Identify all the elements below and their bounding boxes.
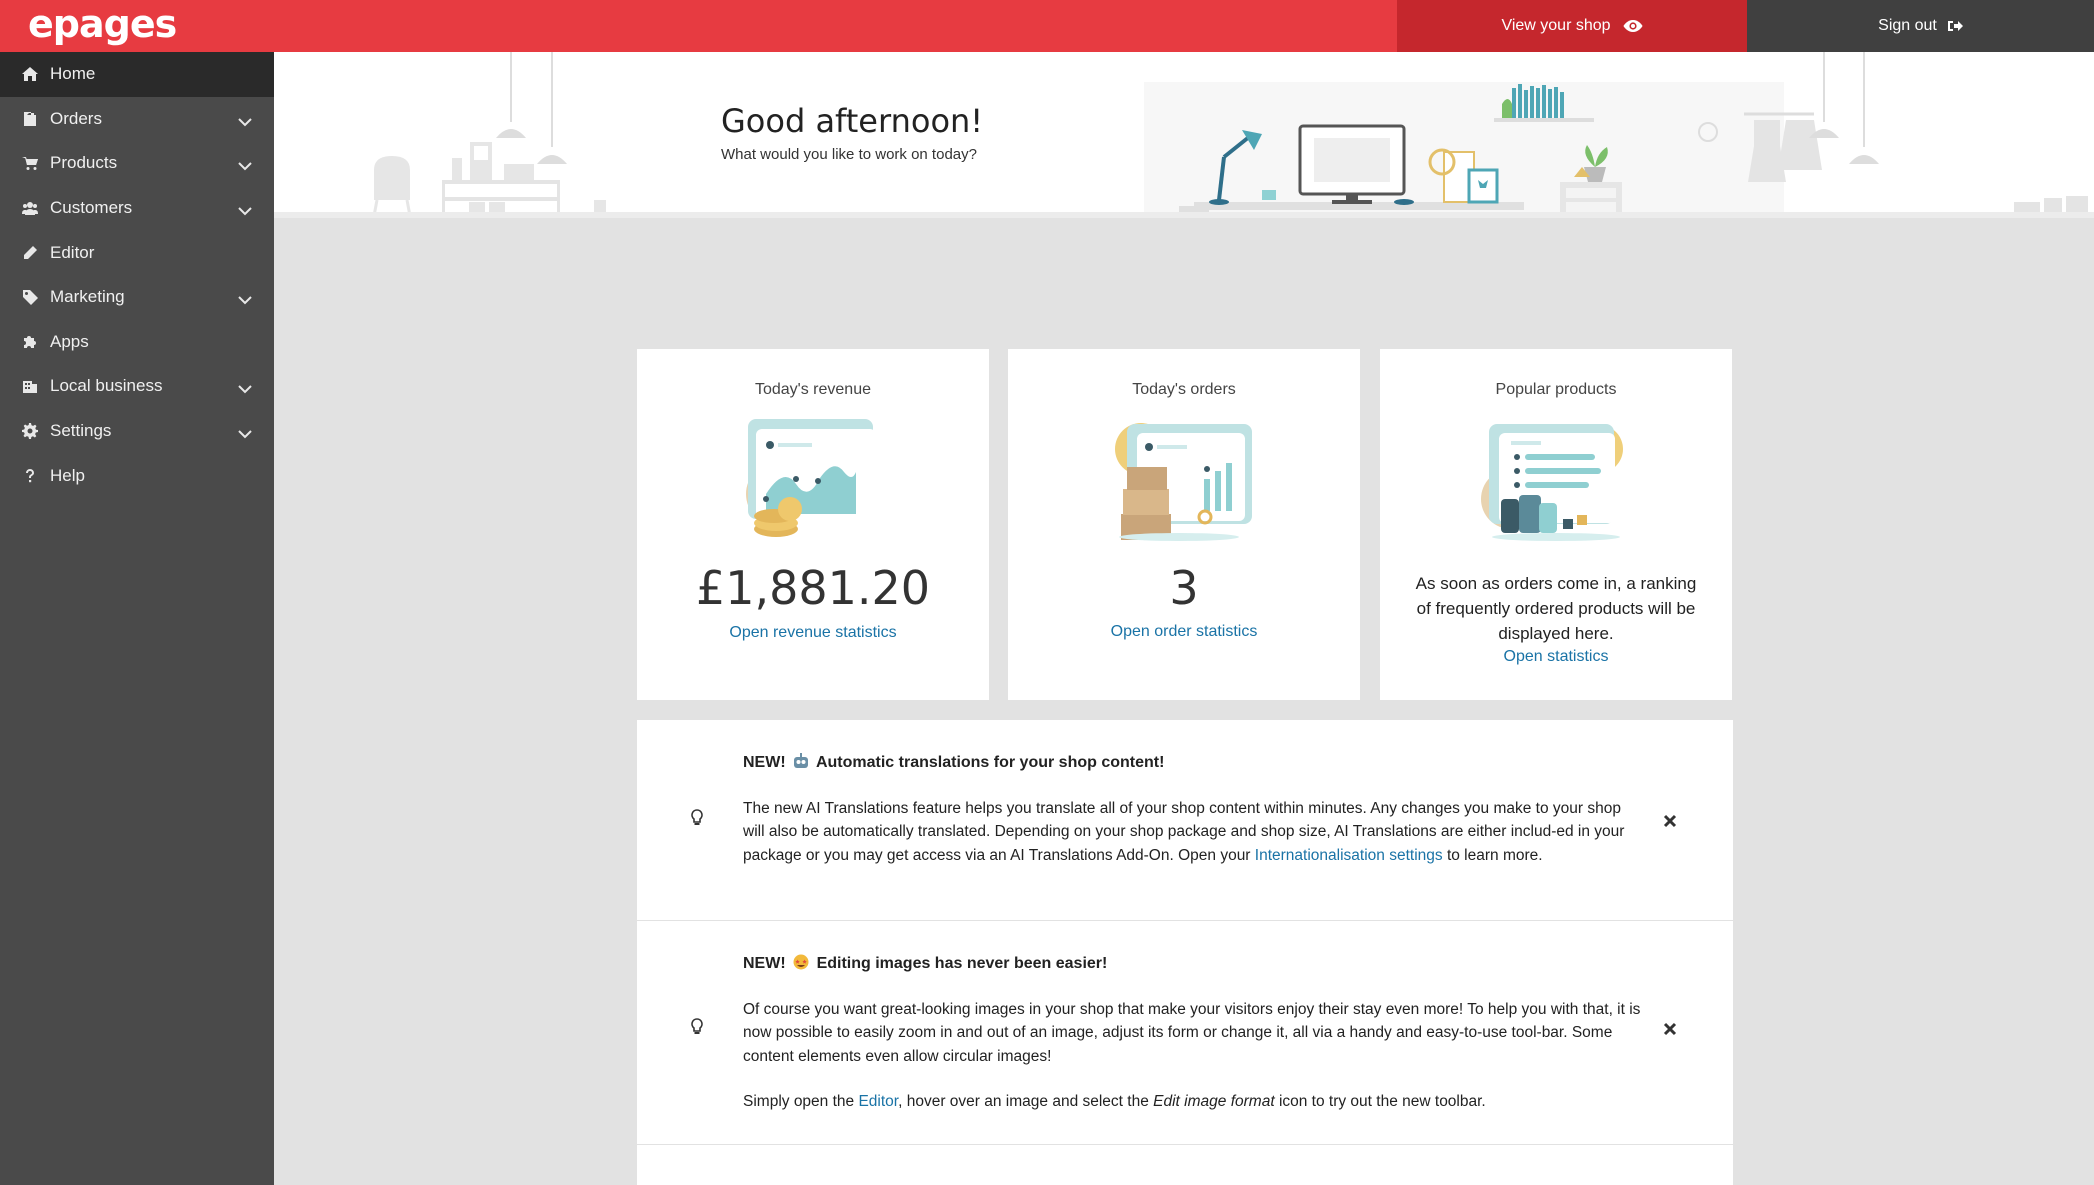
sidebar-item-label: Products (50, 153, 118, 173)
popular-products-empty-text: As soon as orders come in, a ranking of … (1415, 574, 1697, 643)
sign-out-icon (1947, 21, 1963, 31)
notice-image-editing: NEW! Editing images has never been easie… (637, 921, 1733, 1145)
notice-body-text: , hover over an image and select the (898, 1093, 1149, 1110)
view-shop-label: View your shop (1501, 17, 1611, 34)
chevron-down-icon[interactable] (238, 202, 252, 216)
view-shop-button[interactable]: View your shop (1397, 0, 1747, 52)
sidebar-item-label: Apps (50, 331, 89, 351)
sidebar-item-label: Orders (50, 108, 102, 128)
sidebar-item-customers[interactable]: Customers (0, 186, 274, 231)
revenue-card: Today's revenue £1,881.20 Open revenue s… (637, 349, 989, 700)
chevron-down-icon[interactable] (238, 113, 252, 127)
robot-icon (794, 753, 809, 768)
open-statistics-link[interactable]: Open statistics (1380, 648, 1732, 666)
orders-card: Today's orders 3 Open order statistics (1008, 349, 1360, 700)
notice-body-text: icon to try out the new toolbar. (1278, 1093, 1486, 1110)
close-icon[interactable] (1663, 1022, 1677, 1036)
lightbulb-icon (691, 809, 703, 825)
star-struck-face-icon (793, 954, 809, 970)
notice-body: Of course you want great-looking images … (743, 998, 1643, 1068)
notice-body-text: Simply open the (743, 1093, 855, 1110)
revenue-chart-illustration (746, 419, 876, 537)
editor-link[interactable]: Editor (858, 1093, 898, 1110)
chevron-down-icon[interactable] (238, 291, 252, 305)
sidebar-item-marketing[interactable]: Marketing (0, 275, 274, 320)
orders-boxes-illustration (1115, 423, 1252, 541)
page-subtitle: What would you like to work on today? (721, 146, 977, 163)
epages-logo[interactable]: epages (28, 2, 177, 46)
sidebar-item-label: Help (50, 465, 85, 485)
notice-body-text: to learn more. (1446, 846, 1543, 864)
lightbulb-icon (691, 1018, 703, 1034)
notice-ai-translations: NEW! Automatic translations for your sho… (637, 720, 1733, 921)
notice-body-text: Of course you want great-looking images … (743, 1001, 1641, 1065)
orders-value: 3 (1169, 561, 1199, 615)
notice-body: The new AI Translations feature helps yo… (743, 797, 1643, 867)
home-icon (22, 66, 38, 82)
office-illustration (372, 52, 2088, 218)
open-revenue-statistics-link[interactable]: Open revenue statistics (637, 624, 989, 642)
sidebar-item-label: Marketing (50, 287, 125, 307)
card-title: Popular products (1495, 381, 1617, 398)
sidebar-item-label: Editor (50, 242, 95, 262)
building-icon (22, 378, 38, 394)
open-order-statistics-link[interactable]: Open order statistics (1008, 623, 1360, 641)
sidebar-item-label: Customers (50, 198, 133, 218)
sidebar-item-help[interactable]: Help (0, 453, 274, 498)
edit-image-format-label: Edit image format (1153, 1093, 1275, 1110)
notice-title-text: Automatic translations for your shop con… (815, 754, 1165, 771)
welcome-banner: Good afternoon! What would you like to w… (274, 52, 2094, 218)
notice-new-label: NEW! (743, 955, 786, 972)
popular-products-illustration (1481, 424, 1623, 541)
floor-line (274, 212, 2094, 218)
notice-title-text: Editing images has never been easier! (816, 955, 1108, 972)
notice-body-second: Simply open the Editor, hover over an im… (743, 1090, 1643, 1113)
notice-title: NEW! Editing images has never been easie… (743, 954, 1107, 973)
close-icon[interactable] (1663, 814, 1677, 828)
users-icon (22, 200, 38, 216)
cart-icon (22, 155, 38, 171)
card-title: Today's orders (1132, 381, 1236, 398)
orders-icon (22, 111, 38, 127)
top-bar: epages View your shop Sign out (0, 0, 2094, 52)
popular-products-card: Popular products As soon as orders come … (1380, 349, 1732, 700)
sidebar-item-label: Settings (50, 421, 112, 441)
revenue-value: £1,881.20 (695, 561, 931, 615)
sidebar-item-home[interactable]: Home (0, 52, 274, 97)
sidebar-item-label: Home (50, 64, 96, 84)
sign-out-label: Sign out (1878, 17, 1937, 34)
puzzle-icon (22, 334, 38, 350)
tag-icon (22, 289, 38, 306)
sidebar-item-label: Local business (50, 376, 163, 396)
sidebar-item-editor[interactable]: Editor (0, 230, 274, 275)
pencil-icon (22, 245, 38, 261)
sidebar-item-apps[interactable]: Apps (0, 320, 274, 365)
news-panel: NEW! Automatic translations for your sho… (637, 720, 1733, 1185)
sidebar-item-products[interactable]: Products (0, 141, 274, 186)
sign-out-button[interactable]: Sign out (1747, 0, 2094, 52)
gear-icon (22, 423, 38, 440)
eye-icon (1623, 20, 1643, 32)
question-icon (22, 468, 38, 484)
sidebar-item-local-business[interactable]: Local business (0, 364, 274, 409)
internationalisation-settings-link[interactable]: Internationalisation settings (1255, 847, 1443, 864)
chevron-down-icon[interactable] (238, 380, 252, 394)
card-title: Today's revenue (754, 381, 871, 398)
page-title: Good afternoon! (721, 102, 984, 140)
notice-title: NEW! Automatic translations for your sho… (743, 753, 1164, 772)
chevron-down-icon[interactable] (238, 157, 252, 171)
chevron-down-icon[interactable] (238, 425, 252, 439)
sidebar-item-orders[interactable]: Orders (0, 97, 274, 142)
notice-new-label: NEW! (743, 754, 786, 771)
sidebar: Home Orders Products Customers Editor Ma… (0, 52, 274, 1185)
sidebar-item-settings[interactable]: Settings (0, 409, 274, 454)
